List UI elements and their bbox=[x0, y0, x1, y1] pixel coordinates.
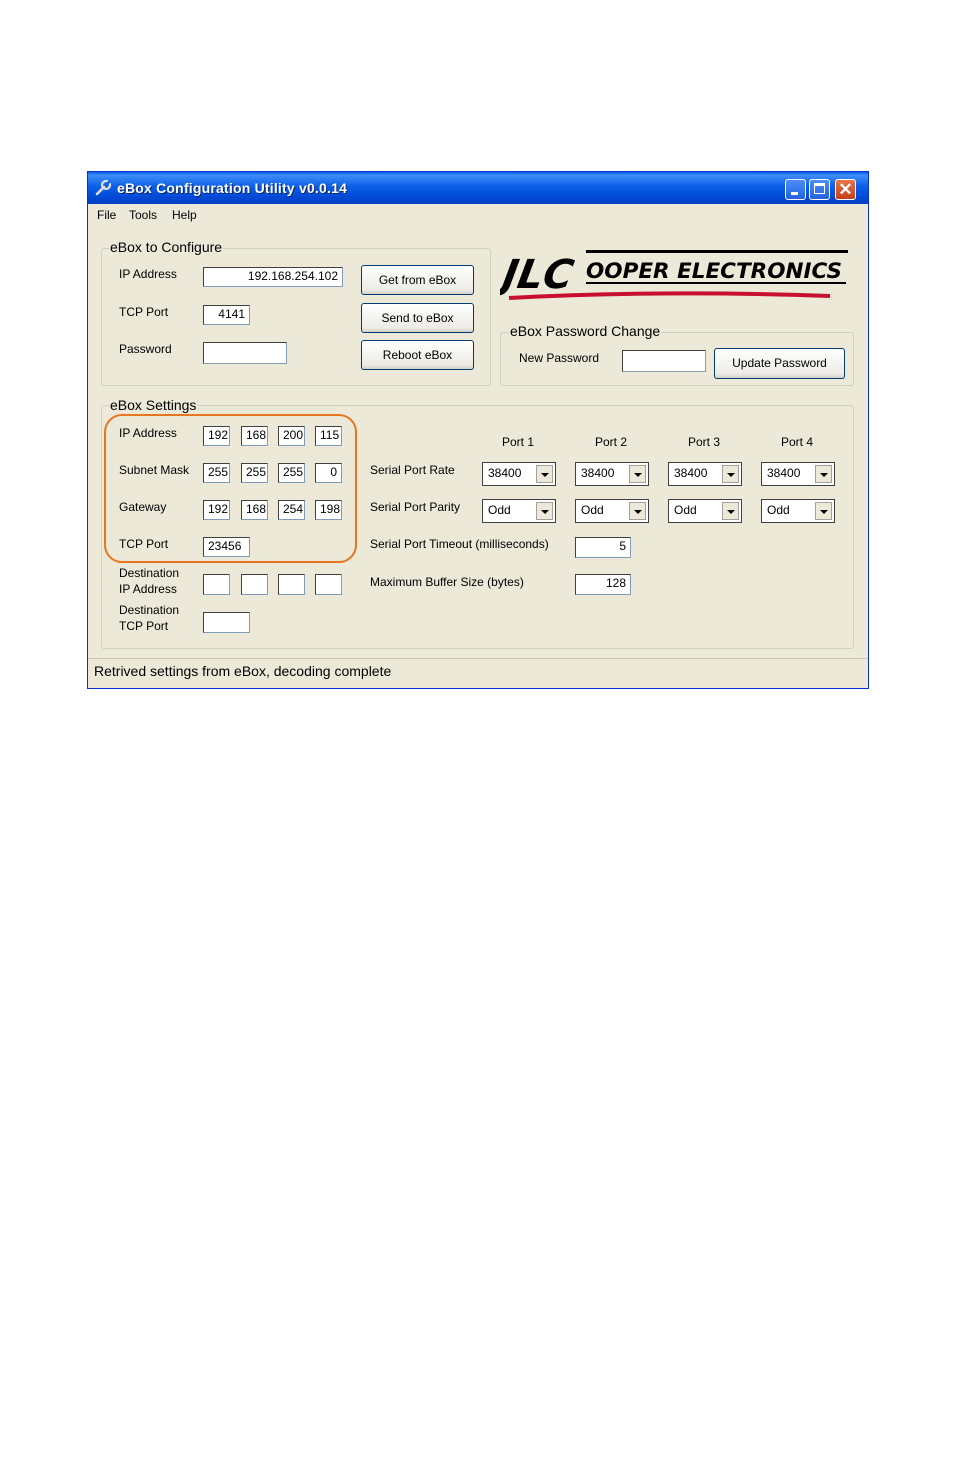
port-2-header: Port 2 bbox=[595, 435, 628, 449]
dest-port-label-line1: Destination bbox=[119, 603, 180, 617]
update-password-button[interactable]: Update Password bbox=[714, 348, 845, 379]
status-text: Retrived settings from eBox, decoding co… bbox=[94, 663, 392, 679]
reboot-ebox-button[interactable]: Reboot eBox bbox=[361, 340, 474, 370]
configure-port-input[interactable]: 4141 bbox=[203, 305, 250, 325]
dest-ip-octet-input[interactable] bbox=[241, 574, 268, 595]
select-value: 38400 bbox=[488, 466, 522, 480]
svg-text:OOPER ELECTRONICS: OOPER ELECTRONICS bbox=[586, 259, 842, 283]
configure-password-label: Password bbox=[119, 342, 172, 356]
serial-parity-label: Serial Port Parity bbox=[370, 500, 461, 514]
select-value: Odd bbox=[674, 503, 697, 517]
settings-group-title: eBox Settings bbox=[109, 397, 198, 413]
select-value: Odd bbox=[581, 503, 604, 517]
close-button[interactable]: ✕ bbox=[835, 179, 856, 200]
svg-text:JLC: JLC bbox=[500, 251, 578, 298]
port-2-parity-select[interactable]: Odd bbox=[575, 499, 649, 523]
menu-file[interactable]: File bbox=[97, 208, 116, 222]
get-from-ebox-button[interactable]: Get from eBox bbox=[361, 265, 474, 295]
maximize-icon bbox=[814, 183, 825, 194]
dest-port-input[interactable] bbox=[203, 612, 250, 633]
select-value: Odd bbox=[488, 503, 511, 517]
port-1-header: Port 1 bbox=[502, 435, 535, 449]
dest-ip-label-line1: Destination bbox=[119, 566, 180, 580]
dest-ip-octet-input[interactable] bbox=[315, 574, 342, 595]
menu-bar: File Tools Help bbox=[88, 204, 868, 226]
app-window: eBox Configuration Utility v0.0.14 ✕ Fil… bbox=[88, 172, 868, 688]
title-bar[interactable]: eBox Configuration Utility v0.0.14 ✕ bbox=[88, 172, 868, 204]
select-value: 38400 bbox=[767, 466, 801, 480]
window-title: eBox Configuration Utility v0.0.14 bbox=[117, 180, 348, 196]
serial-rate-label: Serial Port Rate bbox=[370, 463, 455, 477]
dest-ip-octet-input[interactable] bbox=[203, 574, 230, 595]
chevron-down-icon[interactable] bbox=[536, 502, 553, 520]
chevron-down-icon[interactable] bbox=[536, 465, 553, 483]
status-bar: Retrived settings from eBox, decoding co… bbox=[88, 658, 868, 687]
menu-tools[interactable]: Tools bbox=[129, 208, 157, 222]
configure-ip-input[interactable]: 192.168.254.102 bbox=[203, 267, 343, 287]
new-password-label: New Password bbox=[519, 351, 600, 365]
dest-ip-octet-input[interactable] bbox=[278, 574, 305, 595]
port-4-header: Port 4 bbox=[781, 435, 814, 449]
configure-port-label: TCP Port bbox=[119, 305, 169, 319]
select-value: 38400 bbox=[581, 466, 615, 480]
dest-port-label-line2: TCP Port bbox=[119, 619, 169, 633]
minimize-icon bbox=[791, 192, 798, 195]
port-3-parity-select[interactable]: Odd bbox=[668, 499, 742, 523]
port-1-parity-select[interactable]: Odd bbox=[482, 499, 556, 523]
configure-ip-label: IP Address bbox=[119, 267, 177, 281]
chevron-down-icon[interactable] bbox=[629, 465, 646, 483]
configure-password-input[interactable] bbox=[203, 342, 287, 364]
port-2-rate-select[interactable]: 38400 bbox=[575, 462, 649, 486]
select-value: Odd bbox=[767, 503, 790, 517]
chevron-down-icon[interactable] bbox=[629, 502, 646, 520]
port-4-rate-select[interactable]: 38400 bbox=[761, 462, 835, 486]
new-password-input[interactable] bbox=[622, 350, 706, 372]
send-to-ebox-button[interactable]: Send to eBox bbox=[361, 303, 474, 333]
password-change-title: eBox Password Change bbox=[509, 323, 662, 339]
buffer-size-label: Maximum Buffer Size (bytes) bbox=[370, 575, 524, 589]
minimize-button[interactable] bbox=[785, 179, 806, 200]
chevron-down-icon[interactable] bbox=[815, 465, 832, 483]
dest-ip-label-line2: IP Address bbox=[119, 582, 177, 596]
port-3-header: Port 3 bbox=[688, 435, 721, 449]
configure-group-title: eBox to Configure bbox=[109, 239, 224, 255]
buffer-size-input[interactable]: 128 bbox=[575, 574, 631, 595]
wrench-icon bbox=[95, 179, 112, 196]
chevron-down-icon[interactable] bbox=[722, 465, 739, 483]
jlcooper-logo: JLC OOPER ELECTRONICS bbox=[500, 248, 850, 304]
port-3-rate-select[interactable]: 38400 bbox=[668, 462, 742, 486]
close-icon: ✕ bbox=[838, 180, 853, 199]
serial-timeout-input[interactable]: 5 bbox=[575, 537, 631, 558]
select-value: 38400 bbox=[674, 466, 708, 480]
menu-help[interactable]: Help bbox=[172, 208, 197, 222]
port-4-parity-select[interactable]: Odd bbox=[761, 499, 835, 523]
highlight-annotation bbox=[104, 414, 357, 563]
chevron-down-icon[interactable] bbox=[815, 502, 832, 520]
port-1-rate-select[interactable]: 38400 bbox=[482, 462, 556, 486]
maximize-button[interactable] bbox=[809, 179, 830, 200]
chevron-down-icon[interactable] bbox=[722, 502, 739, 520]
serial-timeout-label: Serial Port Timeout (milliseconds) bbox=[370, 537, 549, 551]
